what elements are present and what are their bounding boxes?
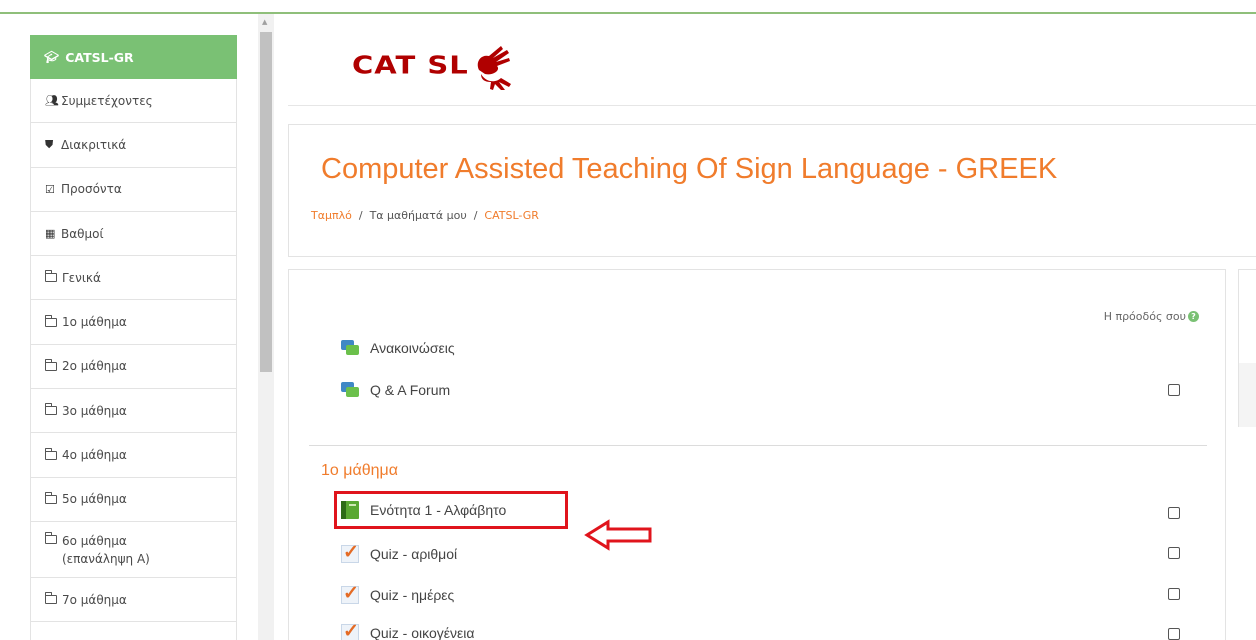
folder-icon <box>45 314 57 327</box>
site-logo[interactable]: CAT SL <box>352 40 515 90</box>
breadcrumb-course-link[interactable]: CATSL-GR <box>484 209 539 222</box>
top-border <box>0 12 1256 14</box>
folder-icon <box>45 270 57 283</box>
table-icon: ▦ <box>45 227 56 241</box>
sidebar-item-general[interactable]: Γενικά <box>30 256 237 301</box>
section-title[interactable]: 1ο μάθημα <box>321 462 398 480</box>
folder-icon <box>45 403 57 416</box>
sidebar-item-competencies[interactable]: ☑ Προσόντα <box>30 167 237 212</box>
sidebar-item-grades[interactable]: ▦ Βαθμοί <box>30 211 237 257</box>
sidebar-item-label: 4ο μάθημα <box>62 448 127 463</box>
sidebar-item-sublabel: (επανάληψη Α) <box>62 551 150 566</box>
sidebar-item-label: 2ο μάθημα <box>62 359 127 374</box>
completion-checkbox[interactable] <box>1168 547 1180 559</box>
breadcrumb-separator: / <box>473 209 478 222</box>
sidebar-item-label: Βαθμοί <box>61 226 104 241</box>
sidebar-item-lesson-6[interactable]: 6ο μάθημα (επανάληψη Α) <box>30 521 237 578</box>
sidebar-item-next[interactable] <box>30 622 237 640</box>
activity-quiz-family[interactable]: Quiz - οικογένεια <box>341 620 474 640</box>
completion-checkbox[interactable] <box>1168 628 1180 640</box>
page-title: Computer Assisted Teaching Of Sign Langu… <box>321 153 1058 185</box>
graduation-cap-icon: 🎓︎ <box>44 50 60 64</box>
sidebar-item-lesson-1[interactable]: 1ο μάθημα <box>30 300 237 345</box>
quiz-icon <box>341 582 359 605</box>
sidebar-course-label: CATSL-GR <box>65 49 134 65</box>
section-divider <box>309 445 1207 446</box>
sidebar-item-lesson-4[interactable]: 4ο μάθημα <box>30 433 237 478</box>
sidebar-item-label: Διακριτικά <box>61 137 127 152</box>
folder-icon <box>45 592 57 605</box>
activity-quiz-numbers[interactable]: Quiz - αριθμοί <box>341 541 457 564</box>
right-block-strip <box>1239 363 1256 427</box>
forum-icon <box>341 339 359 357</box>
users-icon: 👥︎ <box>45 94 59 108</box>
sidebar-item-lesson-5[interactable]: 5ο μάθημα <box>30 477 237 522</box>
folder-icon <box>45 358 57 371</box>
sidebar-item-label: 3ο μάθημα <box>62 403 127 418</box>
sidebar-item-label: 7ο μάθημα <box>62 592 127 607</box>
completion-checkbox[interactable] <box>1168 507 1180 519</box>
sidebar-item-lesson-2[interactable]: 2ο μάθημα <box>30 344 237 390</box>
hands-logo-icon <box>477 46 511 90</box>
checkbox-icon: ☑ <box>45 182 55 196</box>
activity-label[interactable]: Ανακοινώσεις <box>370 340 455 356</box>
folder-icon <box>45 531 57 544</box>
scroll-up-arrow-icon[interactable]: ▲ <box>262 18 267 26</box>
sidebar-item-label: Γενικά <box>62 270 101 285</box>
sidebar-item-participants[interactable]: 👥︎ Συμμετέχοντες <box>30 79 237 124</box>
sidebar-item-lesson-7[interactable]: 7ο μάθημα <box>30 577 237 623</box>
activity-label[interactable]: Q & A Forum <box>370 382 450 398</box>
activity-quiz-days[interactable]: Quiz - ημέρες <box>341 582 454 605</box>
highlight-annotation-box <box>334 491 568 529</box>
breadcrumb: Ταμπλό / Τα μαθήματά μου / CATSL-GR <box>311 209 539 222</box>
course-sidebar: 🎓︎ CATSL-GR 👥︎ Συμμετέχοντες ⛊ Διακριτικ… <box>30 35 237 640</box>
folder-icon <box>45 447 57 460</box>
progress-label-text: Η πρόοδός σου <box>1103 310 1186 323</box>
help-icon[interactable]: ? <box>1188 311 1199 322</box>
sidebar-scrollbar-thumb[interactable] <box>260 32 272 372</box>
activity-announcements[interactable]: Ανακοινώσεις <box>341 339 455 357</box>
sidebar-item-label: Προσόντα <box>61 182 122 197</box>
activity-label[interactable]: Quiz - αριθμοί <box>370 546 457 562</box>
folder-icon <box>45 491 57 504</box>
breadcrumb-dashboard-link[interactable]: Ταμπλό <box>311 209 352 222</box>
right-block <box>1238 269 1256 427</box>
sidebar-item-course[interactable]: 🎓︎ CATSL-GR <box>30 35 237 79</box>
sidebar-item-lesson-3[interactable]: 3ο μάθημα <box>30 389 237 434</box>
sidebar-item-label: 5ο μάθημα <box>62 492 127 507</box>
breadcrumb-my-courses[interactable]: Τα μαθήματά μου <box>370 209 467 222</box>
header-divider <box>288 105 1256 106</box>
forum-icon <box>341 381 359 399</box>
completion-checkbox[interactable] <box>1168 588 1180 600</box>
logo-text: CAT SL <box>352 50 469 80</box>
course-content: Η πρόοδός σου ? Ανακοινώσεις Q & A Forum… <box>288 269 1226 640</box>
activity-qa-forum[interactable]: Q & A Forum <box>341 381 450 399</box>
completion-checkbox[interactable] <box>1168 384 1180 396</box>
page-header: Computer Assisted Teaching Of Sign Langu… <box>288 124 1256 257</box>
annotation-arrow-icon <box>584 519 652 551</box>
sidebar-item-label: Συμμετέχοντες <box>61 93 153 108</box>
quiz-icon <box>341 541 359 564</box>
progress-label: Η πρόοδός σου ? <box>1104 310 1199 323</box>
sidebar-item-badges[interactable]: ⛊ Διακριτικά <box>30 123 237 168</box>
sidebar-item-label-wrap: 6ο μάθημα (επανάληψη Α) <box>62 532 150 568</box>
shield-icon: ⛊ <box>45 137 54 151</box>
breadcrumb-separator: / <box>358 209 363 222</box>
quiz-icon <box>341 620 359 640</box>
activity-label[interactable]: Quiz - οικογένεια <box>370 625 474 640</box>
activity-label[interactable]: Quiz - ημέρες <box>370 587 454 603</box>
sidebar-item-label: 6ο μάθημα <box>62 533 127 548</box>
sidebar-item-label: 1ο μάθημα <box>62 315 127 330</box>
